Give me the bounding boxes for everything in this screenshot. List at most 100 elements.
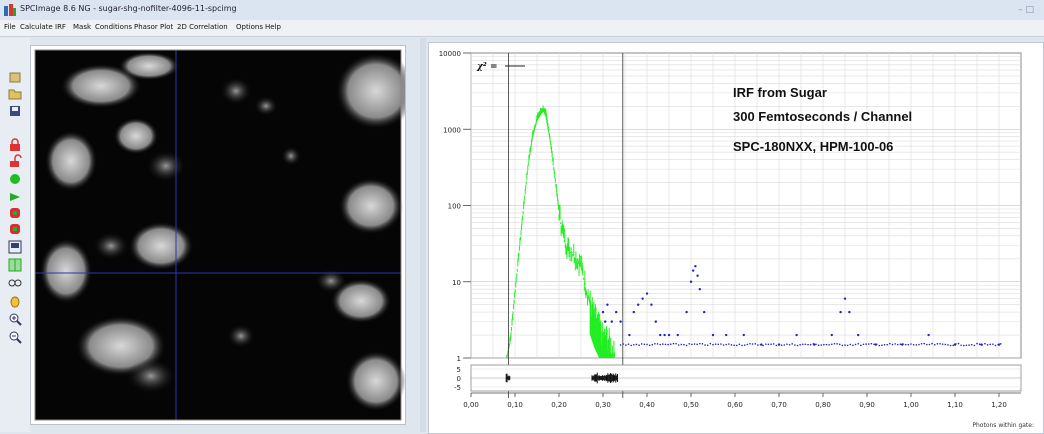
data-point — [862, 343, 865, 346]
red-shape-icon[interactable] — [8, 206, 22, 220]
data-point — [801, 343, 804, 346]
unlock-icon[interactable] — [8, 154, 22, 168]
data-point — [619, 344, 622, 346]
data-point — [904, 343, 907, 346]
data-point — [870, 342, 873, 345]
menu-irf[interactable]: IRF — [55, 23, 66, 31]
data-point — [981, 344, 984, 346]
data-point — [899, 343, 902, 345]
open-icon[interactable] — [8, 70, 22, 84]
menu-help[interactable]: Help — [265, 23, 281, 31]
data-point — [696, 274, 699, 277]
data-point — [635, 343, 638, 346]
panel-icon[interactable] — [8, 240, 22, 254]
x-tick-label: 0,50 — [683, 401, 699, 409]
data-point — [733, 344, 735, 347]
data-point — [999, 343, 1002, 345]
menu-conditions[interactable]: Conditions — [95, 23, 132, 31]
data-point — [712, 343, 714, 346]
data-point — [848, 310, 851, 314]
data-point — [770, 343, 772, 346]
data-point — [949, 344, 952, 347]
open-folder-icon[interactable] — [8, 86, 22, 100]
green-grid-icon[interactable] — [8, 258, 22, 272]
decay-plot-panel[interactable]: 10000 1000 100 10 1 χ² = IRF from Sugar 300 … — [428, 42, 1044, 434]
data-point — [754, 343, 757, 345]
data-point — [720, 343, 722, 345]
data-point — [633, 343, 635, 346]
green-shape-icon[interactable] — [8, 172, 22, 186]
data-point — [688, 342, 691, 345]
data-point — [641, 297, 644, 300]
data-point — [685, 344, 688, 347]
data-point — [883, 344, 886, 346]
data-point — [709, 342, 712, 345]
data-point — [796, 344, 799, 347]
data-point — [799, 343, 801, 346]
data-point — [830, 333, 833, 337]
zoom-out-icon[interactable] — [8, 330, 22, 344]
zoom-in-icon[interactable] — [8, 312, 22, 326]
data-point — [701, 343, 704, 345]
data-point — [897, 343, 899, 346]
intensity-image-panel[interactable] — [30, 45, 406, 425]
data-point — [976, 342, 978, 345]
data-point — [677, 344, 680, 346]
data-point — [843, 297, 847, 300]
photons-within-gate-label: Photons within gate: — [972, 422, 1034, 429]
data-point — [757, 344, 759, 346]
data-point — [751, 343, 754, 345]
data-point — [786, 343, 788, 345]
y-tick-label: 1 — [457, 355, 461, 363]
data-point — [654, 320, 657, 323]
data-point — [947, 344, 949, 346]
data-point — [783, 344, 786, 346]
data-point — [881, 344, 883, 347]
red-shape2-icon[interactable] — [8, 222, 22, 236]
data-point — [689, 280, 693, 283]
data-point — [643, 343, 646, 346]
data-point — [717, 343, 720, 346]
data-point — [854, 343, 857, 346]
data-point — [741, 344, 743, 347]
data-point — [839, 310, 842, 314]
data-point — [852, 344, 854, 347]
residual-tick-label: 5 — [457, 366, 461, 374]
title-bar: SPCImage 8.6 NG - sugar-shg-nofilter-409… — [0, 0, 1044, 21]
data-point — [902, 343, 904, 345]
data-point — [939, 342, 941, 345]
data-point — [772, 343, 775, 345]
data-point — [857, 333, 860, 337]
menu-file[interactable]: File — [4, 23, 16, 31]
menu-mask[interactable]: Mask — [73, 23, 91, 31]
data-point — [662, 343, 664, 345]
data-point — [699, 342, 701, 345]
menu-2d-correlation[interactable]: 2D Correlation — [177, 23, 228, 31]
menu-options[interactable]: Options — [236, 23, 263, 31]
annotation-resolution: 300 Femtoseconds / Channel — [733, 109, 912, 124]
menu-phasor-plot[interactable]: Phasor Plot — [134, 23, 173, 31]
data-point — [791, 343, 793, 345]
lock-red-icon[interactable] — [8, 138, 22, 152]
data-point — [648, 344, 651, 347]
data-point — [841, 344, 844, 347]
arrow-green-icon[interactable] — [8, 190, 22, 204]
data-point — [664, 343, 667, 346]
glasses-icon[interactable] — [8, 276, 22, 290]
save-icon[interactable] — [8, 104, 22, 118]
data-point — [692, 269, 695, 272]
menu-calculate[interactable]: Calculate — [20, 23, 53, 31]
annotation-hardware: SPC-180NXX, HPM-100-06 — [733, 139, 893, 154]
data-point — [928, 343, 931, 346]
data-point — [788, 343, 791, 346]
data-point — [817, 344, 820, 347]
data-point — [994, 344, 997, 347]
data-point — [986, 344, 989, 346]
panel-splitter[interactable] — [420, 38, 426, 432]
window-controls[interactable]: – □ — [1018, 5, 1034, 15]
data-point — [997, 343, 999, 346]
data-point — [973, 344, 976, 347]
decay-curve-chart[interactable]: 10000 1000 100 10 1 χ² = IRF from Sugar 300 … — [429, 43, 1043, 433]
data-point — [912, 343, 915, 346]
hand-icon[interactable] — [8, 294, 22, 308]
